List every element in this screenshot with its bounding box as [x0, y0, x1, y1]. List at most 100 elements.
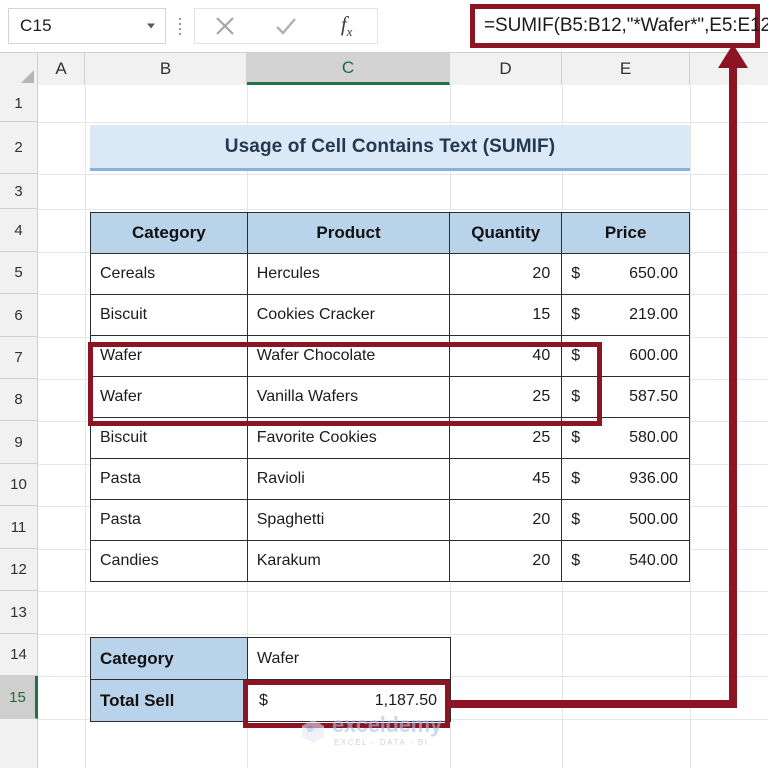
cell-product[interactable]: Karakum	[246, 540, 451, 582]
currency-symbol: $	[571, 306, 581, 323]
sheet-surface[interactable]: Usage of Cell Contains Text (SUMIF) Cate…	[38, 85, 768, 768]
row-header-16[interactable]	[0, 719, 38, 768]
table-row[interactable]: Pasta Ravioli 45 $936.00	[90, 458, 690, 500]
cell-quantity[interactable]: 25	[449, 417, 563, 459]
row-header-5[interactable]: 5	[0, 252, 38, 294]
column-header-b[interactable]: B	[85, 53, 247, 85]
grip-dot	[179, 22, 181, 25]
cell-product[interactable]: Hercules	[246, 253, 451, 295]
col-header-quantity: Quantity	[449, 212, 563, 254]
result-table: Category Wafer Total Sell $1,187.50	[90, 637, 451, 722]
cell-price[interactable]: $219.00	[561, 294, 690, 336]
row-header-15[interactable]: 15	[0, 676, 38, 719]
cell-product[interactable]: Spaghetti	[246, 499, 451, 541]
cell-quantity[interactable]: 45	[449, 458, 563, 500]
cell-category[interactable]: Wafer	[90, 376, 248, 418]
price-value: 219.00	[629, 306, 678, 323]
data-table: Category Product Quantity Price Cereals …	[90, 212, 690, 582]
grip-dot	[179, 32, 181, 35]
cancel-button[interactable]	[203, 9, 247, 43]
column-header-a[interactable]: A	[38, 53, 85, 85]
row-header-14[interactable]: 14	[0, 634, 38, 676]
grip-dot	[179, 27, 181, 30]
table-row-highlighted[interactable]: Wafer Vanilla Wafers 25 $587.50	[90, 376, 690, 418]
row-header-12[interactable]: 12	[0, 549, 38, 591]
cell-category[interactable]: Biscuit	[90, 294, 248, 336]
cell-price[interactable]: $540.00	[561, 540, 690, 582]
result-label-category: Category	[90, 637, 248, 680]
select-all-button[interactable]	[0, 53, 38, 85]
gridline	[38, 174, 768, 175]
spreadsheet-grid: A B C D E 1 2 3 4 5 6 7 8 9 10 11 12 13 …	[0, 52, 768, 768]
table-row[interactable]: Biscuit Favorite Cookies 25 $580.00	[90, 417, 690, 459]
cell-quantity[interactable]: 40	[449, 335, 563, 377]
table-row-highlighted[interactable]: Wafer Wafer Chocolate 40 $600.00	[90, 335, 690, 377]
watermark-text: exceldemy EXCEL - DATA - BI	[332, 714, 442, 747]
cell-quantity[interactable]: 25	[449, 376, 563, 418]
cell-price[interactable]: $580.00	[561, 417, 690, 459]
title-banner: Usage of Cell Contains Text (SUMIF)	[90, 125, 690, 171]
row-header-6[interactable]: 6	[0, 294, 38, 337]
row-header-1[interactable]: 1	[0, 85, 38, 122]
column-header-d[interactable]: D	[450, 53, 562, 85]
cell-product[interactable]: Vanilla Wafers	[246, 376, 451, 418]
row-header-13[interactable]: 13	[0, 591, 38, 634]
price-value: 587.50	[629, 388, 678, 405]
cell-price[interactable]: $936.00	[561, 458, 690, 500]
cell-category[interactable]: Biscuit	[90, 417, 248, 459]
gridline	[38, 122, 768, 123]
row-header-9[interactable]: 9	[0, 421, 38, 464]
cell-quantity[interactable]: 20	[449, 540, 563, 582]
cell-price[interactable]: $500.00	[561, 499, 690, 541]
row-header-11[interactable]: 11	[0, 506, 38, 549]
cell-quantity[interactable]: 15	[449, 294, 563, 336]
cell-product[interactable]: Cookies Cracker	[246, 294, 451, 336]
row-header-7[interactable]: 7	[0, 337, 38, 379]
cell-category[interactable]: Wafer	[90, 335, 248, 377]
currency-symbol: $	[571, 265, 581, 282]
cell-product[interactable]: Favorite Cookies	[246, 417, 451, 459]
table-row[interactable]: Pasta Spaghetti 20 $500.00	[90, 499, 690, 541]
row-header-2[interactable]: 2	[0, 122, 38, 174]
cell-quantity[interactable]: 20	[449, 499, 563, 541]
enter-button[interactable]	[264, 9, 308, 43]
cell-price[interactable]: $587.50	[561, 376, 690, 418]
formula-bar-grip[interactable]	[166, 8, 194, 44]
cell-category[interactable]: Candies	[90, 540, 248, 582]
cell-price[interactable]: $600.00	[561, 335, 690, 377]
cell-product[interactable]: Wafer Chocolate	[246, 335, 451, 377]
currency-symbol: $	[259, 691, 268, 709]
price-value: 580.00	[629, 429, 678, 446]
column-header-e[interactable]: E	[562, 53, 690, 85]
currency-symbol: $	[571, 388, 581, 405]
price-value: 540.00	[629, 552, 678, 569]
cell-price[interactable]: $650.00	[561, 253, 690, 295]
currency-symbol: $	[571, 552, 581, 569]
result-row-category[interactable]: Category Wafer	[90, 637, 451, 680]
name-box-value: C15	[20, 16, 52, 35]
annotation-arrow-vertical	[729, 66, 737, 704]
col-header-category: Category	[90, 212, 248, 254]
insert-function-button[interactable]: fx	[325, 9, 369, 43]
excel-screenshot: C15 fx =SUMIF(B5:B12,"*Wafer*",E5:E12) A…	[0, 0, 768, 768]
col-header-product: Product	[246, 212, 451, 254]
result-value-category[interactable]: Wafer	[247, 637, 451, 680]
row-header-10[interactable]: 10	[0, 464, 38, 506]
table-row[interactable]: Biscuit Cookies Cracker 15 $219.00	[90, 294, 690, 336]
row-header-3[interactable]: 3	[0, 174, 38, 209]
row-header-4[interactable]: 4	[0, 209, 38, 252]
column-header-c[interactable]: C	[247, 53, 450, 85]
row-header-8[interactable]: 8	[0, 379, 38, 421]
table-row[interactable]: Candies Karakum 20 $540.00	[90, 540, 690, 582]
table-row[interactable]: Cereals Hercules 20 $650.00	[90, 253, 690, 295]
page-title: Usage of Cell Contains Text (SUMIF)	[224, 135, 556, 157]
cell-category[interactable]: Pasta	[90, 458, 248, 500]
name-box[interactable]: C15	[8, 8, 166, 44]
cell-quantity[interactable]: 20	[449, 253, 563, 295]
cell-category[interactable]: Cereals	[90, 253, 248, 295]
cell-product[interactable]: Ravioli	[246, 458, 451, 500]
price-value: 600.00	[629, 347, 678, 364]
chevron-down-icon[interactable]	[147, 23, 155, 29]
formula-input[interactable]: =SUMIF(B5:B12,"*Wafer*",E5:E12)	[470, 4, 768, 48]
cell-category[interactable]: Pasta	[90, 499, 248, 541]
